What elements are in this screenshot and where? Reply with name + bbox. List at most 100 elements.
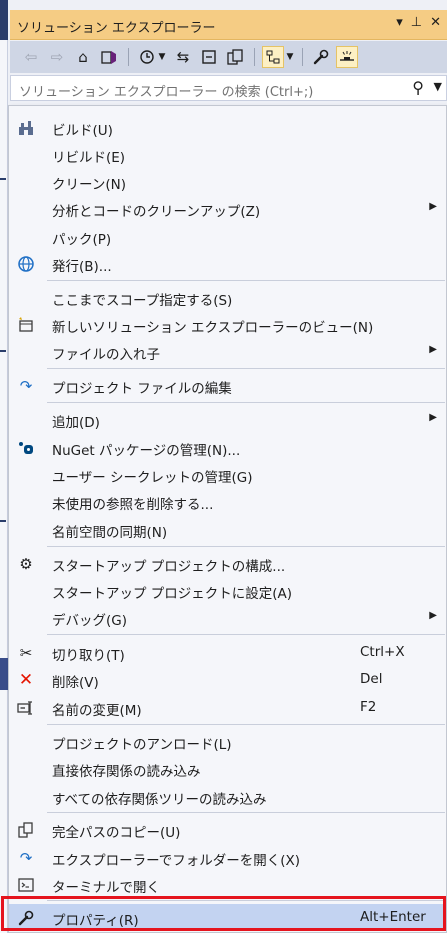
forward-arrow-icon[interactable]: ⇨ xyxy=(46,46,68,68)
back-arrow-icon[interactable]: ⇦ xyxy=(20,46,42,68)
menu-item-build[interactable]: ビルド(U) xyxy=(9,114,446,141)
pending-changes-filter-icon[interactable] xyxy=(136,46,158,68)
menu-item-add[interactable]: 追加(D) ▶ xyxy=(9,406,446,433)
menu-item-rebuild[interactable]: リビルド(E) xyxy=(9,141,446,168)
menu-item-label: ユーザー シークレットの管理(G) xyxy=(52,470,253,486)
menu-item-label: スタートアップ プロジェクトに設定(A) xyxy=(52,586,293,602)
ide-background-mark xyxy=(0,178,6,180)
home-icon[interactable]: ⌂ xyxy=(72,46,94,68)
gear-icon: ⚙ xyxy=(19,555,33,573)
menu-item-set-startup[interactable]: スタートアップ プロジェクトに設定(A) xyxy=(9,577,446,604)
menu-item-file-nesting[interactable]: ファイルの入れ子 ▶ xyxy=(9,338,446,365)
menu-separator xyxy=(47,402,445,403)
toolbar-separator xyxy=(302,48,303,66)
menu-item-analyze-cleanup[interactable]: 分析とコードのクリーンアップ(Z) ▶ xyxy=(9,195,446,222)
publish-globe-icon xyxy=(15,253,37,275)
preview-selected-items-icon[interactable] xyxy=(336,46,358,68)
menu-item-manage-user-secrets[interactable]: ユーザー シークレットの管理(G) xyxy=(9,461,446,488)
menu-item-label: クリーン(N) xyxy=(52,177,126,193)
search-icon[interactable]: ⚲ xyxy=(412,78,424,97)
menu-item-label: エクスプローラーでフォルダーを開く(X) xyxy=(52,853,301,869)
show-all-files-icon[interactable] xyxy=(224,46,246,68)
window-position-dropdown-icon[interactable]: ▾ xyxy=(396,15,403,30)
menu-item-label: 直接依存関係の読み込み xyxy=(52,764,201,780)
rename-icon xyxy=(15,697,37,719)
menu-item-label: プロジェクトのアンロード(L) xyxy=(52,737,232,753)
sync-with-active-document-icon[interactable]: ⇆ xyxy=(172,46,194,68)
auto-hide-pin-icon[interactable]: ⊥ xyxy=(411,15,422,30)
open-folder-icon: ↷ xyxy=(19,849,33,867)
menu-separator xyxy=(47,724,445,725)
menu-item-sync-namespaces[interactable]: 名前空間の同期(N) xyxy=(9,516,446,543)
menu-separator xyxy=(47,368,445,369)
search-input[interactable]: ソリューション エクスプローラー の検索 (Ctrl+;) ⚲ ▼ xyxy=(10,75,447,101)
chevron-down-icon[interactable]: ▼ xyxy=(284,46,296,68)
menu-item-pack[interactable]: パック(P) xyxy=(9,223,446,250)
menu-item-label: 分析とコードのクリーンアップ(Z) xyxy=(52,204,261,220)
menu-separator xyxy=(47,812,445,813)
menu-item-copy-full-path[interactable]: 完全パスのコピー(U) xyxy=(9,816,446,843)
menu-separator xyxy=(47,280,445,281)
ide-background-selection xyxy=(0,658,8,690)
build-icon xyxy=(15,117,37,139)
menu-separator xyxy=(47,634,445,635)
menu-item-shortcut: Ctrl+X xyxy=(360,644,405,660)
menu-item-label: NuGet パッケージの管理(N)... xyxy=(52,443,241,459)
menu-item-label: ここまでスコープ指定する(S) xyxy=(52,293,233,309)
menu-item-label: デバッグ(G) xyxy=(52,613,127,629)
ide-background-edge xyxy=(0,0,8,933)
menu-item-edit-project-file[interactable]: ↷ プロジェクト ファイルの編集 xyxy=(9,372,446,399)
chevron-down-icon[interactable]: ▼ xyxy=(156,46,168,68)
panel-title: ソリューション エクスプローラー xyxy=(17,21,216,36)
menu-item-label: 新しいソリューション エクスプローラーのビュー(N) xyxy=(52,320,374,336)
menu-item-scope-to-this[interactable]: ここまでスコープ指定する(S) xyxy=(9,284,446,311)
switch-views-icon[interactable] xyxy=(98,46,120,68)
menu-item-label: プロジェクト ファイルの編集 xyxy=(52,381,232,397)
menu-item-label: リビルド(E) xyxy=(52,150,126,166)
menu-item-delete[interactable]: ✕ 削除(V) Del xyxy=(9,666,446,693)
menu-item-load-direct-dependencies[interactable]: 直接依存関係の読み込み xyxy=(9,755,446,782)
close-icon[interactable]: ✕ xyxy=(430,15,441,30)
menu-item-label: パック(P) xyxy=(52,232,112,248)
menu-item-cut[interactable]: ✂ 切り取り(T) Ctrl+X xyxy=(9,639,446,666)
menu-item-open-in-terminal[interactable]: ターミナルで開く xyxy=(9,871,446,898)
menu-item-label: 追加(D) xyxy=(52,415,100,431)
solution-explorer-toolbar: ⇦ ⇨ ⌂ ▼ ⇆ ▼ xyxy=(10,41,447,73)
menu-item-clean[interactable]: クリーン(N) xyxy=(9,168,446,195)
menu-item-unload-project[interactable]: プロジェクトのアンロード(L) xyxy=(9,728,446,755)
menu-item-label: 完全パスのコピー(U) xyxy=(52,825,181,841)
menu-item-manage-nuget[interactable]: NuGet パッケージの管理(N)... xyxy=(9,434,446,461)
menu-item-label: ターミナルで開く xyxy=(52,880,160,896)
copy-path-icon xyxy=(15,819,37,841)
solution-explorer-titlebar: ソリューション エクスプローラー ▾ ⊥ ✕ xyxy=(10,10,447,40)
menu-item-new-explorer-view[interactable]: 新しいソリューション エクスプローラーのビュー(N) xyxy=(9,311,446,338)
delete-x-icon: ✕ xyxy=(18,670,34,690)
menu-item-label: 名前空間の同期(N) xyxy=(52,525,168,541)
menu-item-rename[interactable]: 名前の変更(M) F2 xyxy=(9,694,446,721)
menu-item-label: ファイルの入れ子 xyxy=(52,347,160,363)
properties-wrench-icon[interactable] xyxy=(310,46,332,68)
submenu-arrow-icon: ▶ xyxy=(429,344,437,355)
menu-item-open-folder-in-explorer[interactable]: ↷ エクスプローラーでフォルダーを開く(X) xyxy=(9,844,446,871)
menu-item-configure-startup[interactable]: ⚙ スタートアップ プロジェクトの構成... xyxy=(9,550,446,577)
menu-item-remove-unused-references[interactable]: 未使用の参照を削除する... xyxy=(9,488,446,515)
submenu-arrow-icon: ▶ xyxy=(429,610,437,621)
menu-item-publish[interactable]: 発行(B)... xyxy=(9,250,446,277)
submenu-arrow-icon: ▶ xyxy=(429,412,437,423)
collapse-all-icon[interactable] xyxy=(198,46,220,68)
menu-item-label: 削除(V) xyxy=(52,675,99,691)
menu-item-load-all-dependencies[interactable]: すべての依存関係ツリーの読み込み xyxy=(9,783,446,810)
menu-item-label: すべての依存関係ツリーの読み込み xyxy=(52,792,267,808)
menu-item-label: ビルド(U) xyxy=(52,123,113,139)
menu-item-label: 切り取り(T) xyxy=(52,648,125,664)
menu-item-label: スタートアップ プロジェクトの構成... xyxy=(52,559,286,575)
nuget-icon xyxy=(15,437,37,459)
annotation-highlight-box xyxy=(1,896,446,931)
view-class-diagram-icon[interactable] xyxy=(262,46,284,68)
new-view-icon xyxy=(15,314,37,336)
submenu-arrow-icon: ▶ xyxy=(429,201,437,212)
menu-item-debug[interactable]: デバッグ(G) ▶ xyxy=(9,604,446,631)
ide-background-mark xyxy=(0,520,6,522)
search-options-dropdown-icon[interactable]: ▼ xyxy=(434,80,442,93)
menu-item-shortcut: Del xyxy=(360,671,383,687)
